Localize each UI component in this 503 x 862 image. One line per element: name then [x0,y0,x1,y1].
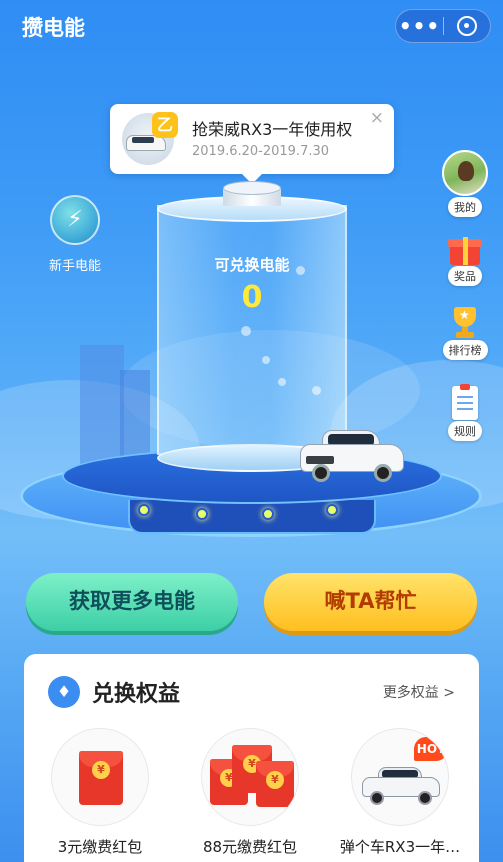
side-item-rules[interactable]: 规则 [438,384,492,441]
promo-title: 抢荣威RX3一年使用权 [192,120,353,139]
more-benefits-link[interactable]: 更多权益 > [383,682,455,702]
platform-light [262,508,274,520]
star-icon: ★ [459,308,470,322]
car-window [132,137,154,143]
battery-terminal-top [223,181,281,195]
trophy-base [456,332,474,338]
badge-icon: ♦ [48,676,80,708]
side-item-prizes-label: 奖品 [448,266,482,286]
rules-line [457,402,473,404]
bubble [262,356,270,364]
get-more-energy-button[interactable]: 获取更多电能 [26,573,238,631]
trophy-icon: ★ [448,305,482,339]
hot-badge: HOT [414,737,448,761]
suv-car-image [300,428,404,482]
close-mini-program-button[interactable] [444,16,490,36]
rules-line [457,408,473,410]
yuan-coin-icon: ¥ [266,771,284,789]
rules-document-icon [450,384,480,420]
brand-logo-icon: 乙 [152,112,178,138]
side-item-ranking[interactable]: ★ 排行榜 [438,305,492,360]
ask-for-help-button[interactable]: 喊TA帮忙 [264,573,477,631]
promo-close-button[interactable]: × [370,108,384,128]
benefit-label: 弹个车RX3一年… [339,838,461,856]
rules-line [457,396,473,398]
benefits-title: 兑换权益 [92,682,181,707]
side-item-profile-label: 我的 [448,197,482,217]
benefit-label: 3元缴费红包 [57,838,143,856]
platform-light [138,504,150,516]
energy-battery [157,205,347,455]
red-envelope-image: ¥ [51,728,149,826]
car-reward-image: HOT [351,728,449,826]
newbie-energy-label: 新手电能 [48,259,101,274]
energy-label: 可兑换电能 [214,256,290,274]
gift-icon [448,233,482,265]
more-menu-button[interactable]: ••• [396,11,443,41]
lightning-icon: ⚡ [50,195,100,245]
benefit-item[interactable]: HOT 弹个车RX3一年… [336,728,464,857]
benefit-item[interactable]: ¥ 3元缴费红包 [36,728,164,857]
red-envelope-icon: ¥ [79,751,123,805]
car-grill [306,456,334,464]
rules-clip [460,384,470,390]
car-wheel [418,791,432,805]
car-wheel [312,464,330,482]
promo-bubble[interactable]: 乙 抢荣威RX3一年使用权 2019.6.20-2019.7.30 × [110,104,394,184]
background-building [80,345,124,465]
energy-page: 攒电能 ••• 乙 抢荣威RX3一年使用权 2019.6.20-2019.7.3… [0,0,503,862]
benefit-item[interactable]: ¥ ¥ ¥ 88元缴费红包 [186,728,314,857]
side-item-prizes[interactable]: 奖品 [438,233,492,286]
benefit-label: 88元缴费红包 [202,838,298,856]
car-icon [362,765,440,805]
platform-light [326,504,338,516]
background-building [120,370,150,465]
mini-program-capsule: ••• [395,9,491,43]
gift-ribbon [463,237,468,265]
yuan-coin-icon: ¥ [92,761,110,779]
promo-date-range: 2019.6.20-2019.7.30 [192,144,330,159]
page-title: 攒电能 [22,16,85,40]
side-item-profile[interactable]: 我的 [438,150,492,217]
car-wheel [370,791,384,805]
newbie-energy-button[interactable]: ⚡ 新手电能 [40,195,110,274]
side-item-ranking-label: 排行榜 [442,340,488,360]
platform-rim [128,500,376,534]
bubble [241,326,251,336]
red-envelopes-image: ¥ ¥ ¥ [201,728,299,826]
bubble [312,386,321,395]
target-close-icon [456,16,477,36]
bubble [278,378,286,386]
side-item-rules-label: 规则 [448,421,482,441]
user-avatar [442,150,488,196]
benefits-card: ♦ 兑换权益 更多权益 > ¥ 3元缴费红包 ¥ ¥ ¥ 88元缴费红包 HOT… [24,654,479,862]
car-wheel [374,464,392,482]
energy-value: 0 [241,280,263,315]
platform-light [196,508,208,520]
red-envelope-icon: ¥ [256,761,294,807]
